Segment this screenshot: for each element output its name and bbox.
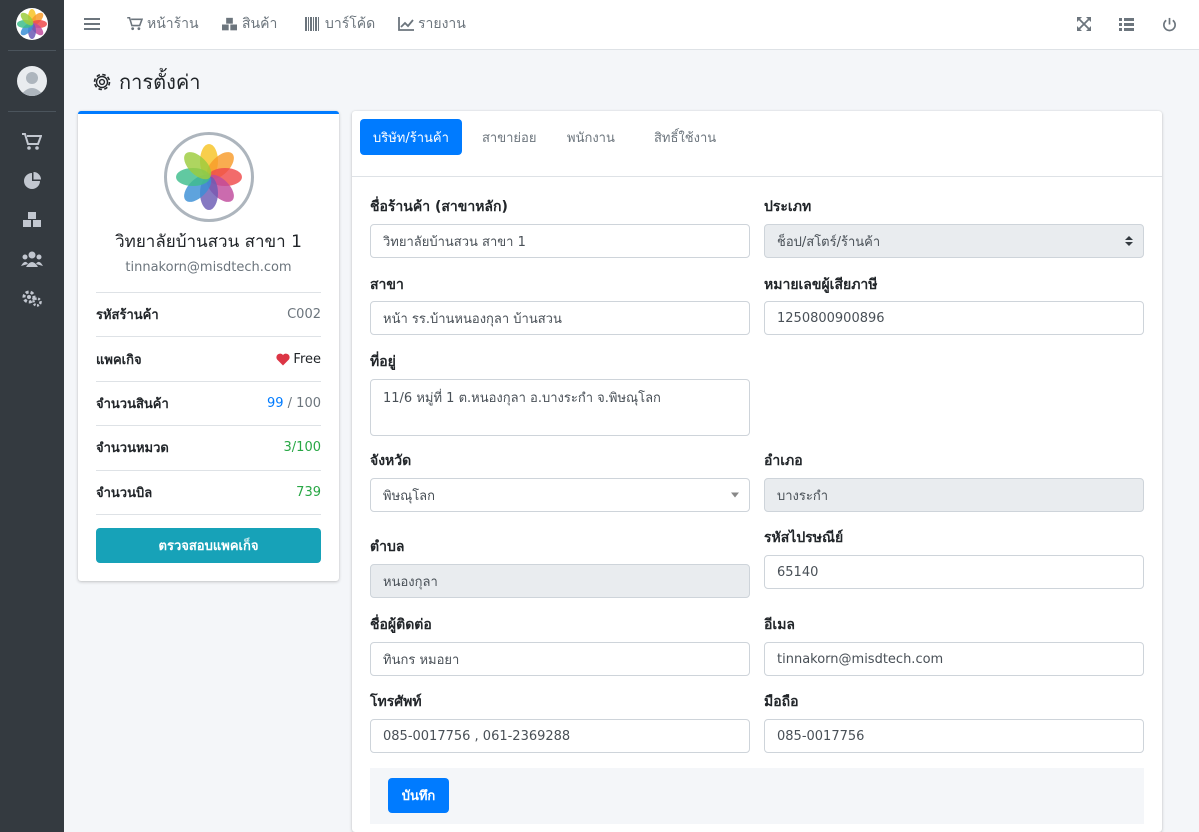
branch-input[interactable]: หน้า รร.บ้านหนองกุลา บ้านสวน — [370, 301, 750, 335]
type-label: ประเภท — [764, 199, 812, 215]
tax-id-label: หมายเลขผู้เสียภาษี — [764, 277, 878, 293]
shop-name-label: ชื่อร้านค้า (สาขาหลัก) — [370, 199, 508, 215]
cubes-icon[interactable] — [20, 209, 44, 231]
contact-input[interactable]: ทินกร หมอยา — [370, 642, 750, 676]
barcode-icon — [305, 17, 319, 31]
tab-branches[interactable]: สาขาย่อย — [469, 119, 549, 155]
district-label: อำเภอ — [764, 453, 803, 469]
sort-caret-icon — [1125, 236, 1133, 246]
list-item: รหัสร้านค้า C002 — [96, 293, 321, 338]
stat-label: รหัสร้านค้า — [96, 308, 159, 324]
province-label: จังหวัด — [370, 453, 412, 469]
mobile-input[interactable]: 085-0017756 — [764, 719, 1144, 753]
stat-label: จำนวนบิล — [96, 485, 153, 501]
shop-code-value: C002 — [287, 307, 321, 323]
tab-employees[interactable]: พนักงาน — [554, 119, 628, 155]
phone-input[interactable]: 085-0017756 , 061-2369288 — [370, 719, 750, 753]
users-icon[interactable] — [20, 248, 44, 270]
contact-label: ชื่อผู้ติดต่อ — [370, 617, 432, 633]
flower-logo-icon[interactable] — [16, 8, 48, 40]
form-footer: บันทึก — [370, 768, 1144, 824]
product-count-sep: / — [283, 395, 297, 411]
list-item: จำนวนสินค้า 99 / 100 — [96, 382, 321, 427]
power-icon — [1162, 17, 1176, 31]
product-count-value: 99 / 100 — [267, 396, 321, 411]
bill-count-value: 739 — [296, 484, 321, 500]
sidebar — [0, 0, 64, 832]
sidebar-divider — [8, 50, 56, 51]
category-count-value: 3/100 — [283, 440, 321, 456]
cart-icon[interactable] — [20, 131, 44, 153]
package-value: Free — [276, 352, 321, 367]
branch-label: สาขา — [370, 277, 404, 293]
page-title: การตั้งค่า — [90, 68, 200, 96]
nav-barcode[interactable]: บาร์โค้ด — [305, 0, 375, 48]
list-item: แพคเกิจ Free — [96, 337, 321, 382]
type-select-value: ช็อป/สโตร์/ร้านค้า — [777, 234, 881, 250]
tab-permissions[interactable]: สิทธิ์ใช้งาน — [641, 119, 729, 155]
profile-stats-list: รหัสร้านค้า C002 แพคเกิจ Free จำนวนสินค้… — [96, 292, 321, 515]
chevron-down-icon — [731, 492, 739, 498]
list-item: จำนวนหมวด 3/100 — [96, 426, 321, 471]
profile-email: tinnakorn@misdtech.com — [125, 260, 292, 275]
postcode-input[interactable]: 65140 — [764, 555, 1144, 589]
subdistrict-label: ตำบล — [370, 539, 405, 555]
address-textarea[interactable]: 11/6 หมู่ที่ 1 ต.หนองกุลา อ.บางระกำ จ.พิ… — [370, 379, 750, 436]
cart-icon — [127, 17, 143, 31]
stat-label: แพคเกิจ — [96, 352, 142, 368]
chart-line-icon — [398, 17, 414, 31]
cogs-icon[interactable] — [20, 287, 44, 309]
menu-toggle-button[interactable] — [84, 0, 100, 48]
sidebar-divider — [8, 111, 56, 112]
pie-chart-icon[interactable] — [20, 170, 44, 192]
cubes-icon — [222, 17, 237, 30]
mobile-label: มือถือ — [764, 694, 799, 710]
user-avatar-icon[interactable] — [17, 66, 47, 96]
nav-storefront[interactable]: หน้าร้าน — [127, 0, 199, 48]
settings-tabs: บริษัท/ร้านค้า สาขาย่อย พนักงาน สิทธิ์ใช… — [352, 111, 1162, 177]
nav-products[interactable]: สินค้า — [221, 0, 277, 48]
nav-barcode-label: บาร์โค้ด — [325, 16, 376, 32]
shop-logo — [164, 132, 254, 222]
province-select[interactable]: พิษณุโลก — [370, 478, 750, 512]
province-select-value: พิษณุโลก — [383, 488, 436, 504]
email-label: อีเมล — [764, 617, 796, 633]
nav-reports[interactable]: รายงาน — [398, 0, 466, 48]
nav-storefront-label: หน้าร้าน — [147, 16, 199, 32]
tab-company[interactable]: บริษัท/ร้านค้า — [360, 119, 462, 155]
list-button[interactable] — [1117, 15, 1135, 33]
profile-card: วิทยาลัยบ้านสวน สาขา 1 tinnakorn@misdtec… — [78, 111, 339, 581]
product-count-max: 100 — [296, 395, 321, 411]
list-icon — [1118, 17, 1134, 31]
menu-icon — [84, 18, 100, 30]
tax-id-input[interactable]: 1250800900896 — [764, 301, 1144, 335]
logout-button[interactable] — [1160, 15, 1178, 33]
heart-icon — [276, 353, 291, 366]
nav-products-label: สินค้า — [242, 16, 278, 32]
phone-label: โทรศัพท์ — [370, 694, 422, 710]
top-navbar: หน้าร้าน สินค้า บาร์โค้ด รายงาน — [64, 0, 1199, 50]
type-select[interactable]: ช็อป/สโตร์/ร้านค้า — [764, 224, 1144, 258]
district-input[interactable]: บางระกำ — [764, 478, 1144, 512]
profile-name: วิทยาลัยบ้านสวน สาขา 1 — [115, 232, 302, 252]
nav-reports-label: รายงาน — [418, 16, 466, 32]
flower-logo-icon — [176, 144, 242, 210]
gear-icon — [93, 73, 111, 91]
address-label: ที่อยู่ — [370, 354, 396, 370]
list-item: จำนวนบิล 739 — [96, 471, 321, 515]
shop-name-input[interactable]: วิทยาลัยบ้านสวน สาขา 1 — [370, 224, 750, 258]
postcode-label: รหัสไปรษณีย์ — [764, 530, 844, 546]
expand-icon — [1077, 17, 1091, 31]
page-title-text: การตั้งค่า — [119, 70, 201, 94]
save-button[interactable]: บันทึก — [388, 778, 449, 813]
fullscreen-button[interactable] — [1075, 15, 1093, 33]
stat-label: จำนวนหมวด — [96, 441, 169, 457]
subdistrict-input[interactable]: หนองกุลา — [370, 564, 750, 598]
settings-card: บริษัท/ร้านค้า สาขาย่อย พนักงาน สิทธิ์ใช… — [352, 111, 1162, 832]
check-package-button[interactable]: ตรวจสอบแพคเก็จ — [96, 528, 321, 563]
package-name: Free — [293, 351, 321, 367]
product-count-used: 99 — [266, 395, 284, 411]
stat-label: จำนวนสินค้า — [96, 396, 169, 412]
email-field[interactable]: tinnakorn@misdtech.com — [764, 642, 1144, 676]
